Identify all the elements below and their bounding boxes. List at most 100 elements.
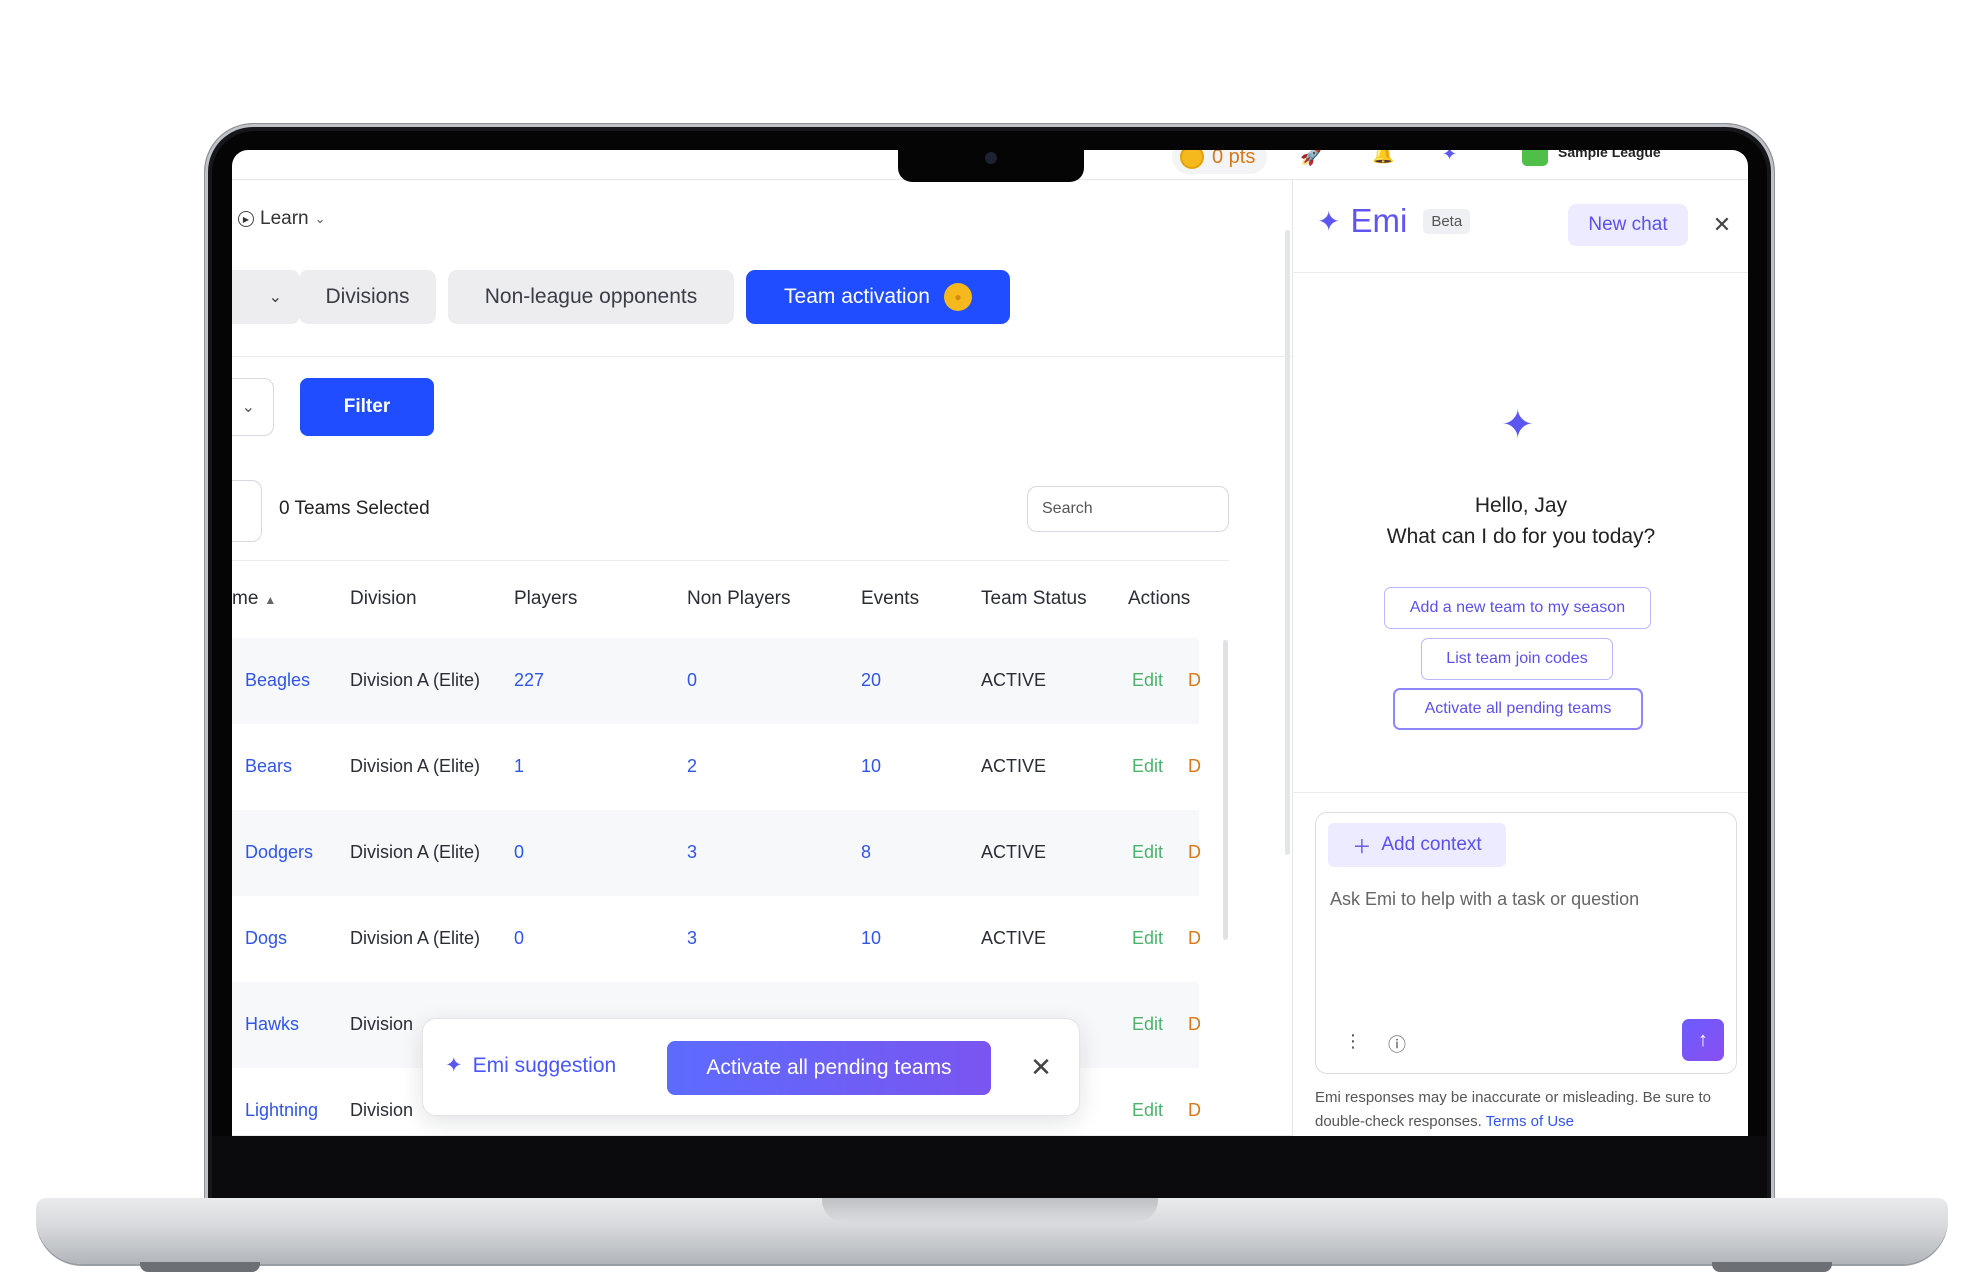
league-logo	[1522, 150, 1548, 166]
disclaimer: Emi responses may be inaccurate or misle…	[1315, 1086, 1735, 1134]
delete-link[interactable]: D	[1188, 670, 1201, 691]
events-count[interactable]: 10	[861, 928, 881, 949]
non-players-count[interactable]: 3	[687, 842, 697, 863]
players-count[interactable]: 0	[514, 842, 524, 863]
beta-badge: Beta	[1423, 208, 1471, 234]
screen: 0 pts 🚀 🔔 ✦ Sample League ▶ Learn ⌄ ⌄ Di…	[232, 150, 1748, 1136]
team-name-link[interactable]: Lightning	[245, 1100, 318, 1121]
add-context-label: Add context	[1381, 834, 1482, 855]
terms-of-use-link[interactable]: Terms of Use	[1486, 1113, 1574, 1130]
points-badge[interactable]: 0 pts	[1172, 150, 1268, 174]
delete-link[interactable]: D	[1188, 928, 1201, 949]
composer-divider	[1293, 792, 1748, 793]
non-players-count[interactable]: 0	[687, 670, 697, 691]
table-row: Dogs Division A (Elite) 0 3 10 ACTIVE Ed…	[232, 896, 1201, 982]
close-icon[interactable]: ✕	[1705, 208, 1739, 242]
laptop-base-notch	[822, 1198, 1158, 1222]
camera-icon	[985, 152, 997, 164]
suggestion-chip-add-team[interactable]: Add a new team to my season	[1384, 587, 1651, 629]
events-count[interactable]: 20	[861, 670, 881, 691]
league-name[interactable]: Sample League	[1558, 150, 1661, 160]
select-all-checkbox[interactable]	[232, 480, 262, 542]
send-button[interactable]: ↑	[1682, 1019, 1724, 1061]
non-players-count[interactable]: 3	[687, 928, 697, 949]
players-count[interactable]: 0	[514, 928, 524, 949]
edit-link[interactable]: Edit	[1132, 756, 1163, 777]
team-division: Division	[350, 1014, 414, 1034]
column-header-name-label: me	[232, 588, 259, 609]
tab-non-league-opponents[interactable]: Non-league opponents	[448, 270, 734, 324]
rocket-icon[interactable]: 🚀	[1300, 150, 1322, 167]
column-header-actions: Actions	[1128, 588, 1191, 609]
filter-button[interactable]: Filter	[300, 378, 434, 436]
add-context-button[interactable]: ＋ Add context	[1328, 823, 1506, 867]
table-scrollbar[interactable]	[1223, 640, 1228, 940]
sparkle-icon: ✦	[1501, 403, 1535, 447]
column-header-non-players: Non Players	[687, 588, 791, 609]
players-count[interactable]: 227	[514, 670, 544, 691]
team-name-link[interactable]: Dodgers	[245, 842, 313, 863]
emi-suggestion-text: Emi suggestion	[472, 1053, 617, 1077]
sparkle-icon[interactable]: ✦	[1442, 150, 1457, 165]
chevron-down-icon: ⌄	[268, 289, 282, 306]
learn-label: Learn	[260, 208, 309, 229]
coin-icon	[1180, 150, 1204, 169]
tab-divisions[interactable]: Divisions	[299, 270, 436, 324]
page-scrollbar[interactable]	[1285, 230, 1290, 855]
screen-bottom-bezel	[212, 1136, 1767, 1202]
team-division: Division	[350, 1100, 414, 1120]
players-count[interactable]: 1	[514, 756, 524, 777]
delete-link[interactable]: D	[1188, 756, 1201, 777]
search-input[interactable]	[1027, 486, 1229, 532]
team-division: Division A (Elite)	[350, 670, 481, 690]
filter-dropdown[interactable]: ⌄	[232, 378, 274, 436]
suggestion-chip-activate-teams[interactable]: Activate all pending teams	[1393, 688, 1643, 730]
edit-link[interactable]: Edit	[1132, 1100, 1163, 1121]
learn-menu[interactable]: ▶ Learn ⌄	[238, 208, 326, 230]
edit-link[interactable]: Edit	[1132, 1014, 1163, 1035]
delete-link[interactable]: D	[1188, 1014, 1201, 1035]
team-status: ACTIVE	[981, 756, 1047, 776]
chevron-down-icon: ⌄	[241, 399, 255, 416]
activate-pending-teams-button[interactable]: Activate all pending teams	[667, 1041, 991, 1095]
team-name-link[interactable]: Bears	[245, 756, 292, 777]
delete-link[interactable]: D	[1188, 1100, 1201, 1121]
edit-link[interactable]: Edit	[1132, 842, 1163, 863]
points-text: 0 pts	[1212, 150, 1256, 168]
plus-icon: ＋	[1352, 836, 1372, 858]
emi-header-divider	[1293, 272, 1748, 273]
emi-header: ✦ Emi Beta	[1317, 202, 1471, 240]
table-row: Beagles Division A (Elite) 227 0 20 ACTI…	[232, 638, 1201, 724]
delete-link[interactable]: D	[1188, 842, 1201, 863]
sparkle-icon: ✦	[445, 1054, 463, 1077]
column-header-events: Events	[861, 588, 920, 609]
chat-input[interactable]: Ask Emi to help with a task or question	[1330, 889, 1639, 910]
team-name-link[interactable]: Hawks	[245, 1014, 299, 1035]
team-division: Division A (Elite)	[350, 756, 481, 776]
suggestion-chip-join-codes[interactable]: List team join codes	[1421, 638, 1613, 680]
arrow-up-icon: ↑	[1698, 1028, 1708, 1051]
close-icon[interactable]: ✕	[1021, 1047, 1061, 1087]
selected-count: 0 Teams Selected	[279, 498, 430, 519]
table-row: Bears Division A (Elite) 1 2 10 ACTIVE E…	[232, 724, 1201, 810]
column-header-name[interactable]: me ▲	[232, 588, 276, 610]
events-count[interactable]: 10	[861, 756, 881, 777]
tab-truncated[interactable]: ⌄	[232, 270, 300, 324]
edit-link[interactable]: Edit	[1132, 928, 1163, 949]
team-name-link[interactable]: Dogs	[245, 928, 287, 949]
edit-link[interactable]: Edit	[1132, 670, 1163, 691]
non-players-count[interactable]: 2	[687, 756, 697, 777]
greeting-question: What can I do for you today?	[1386, 525, 1656, 548]
new-chat-button[interactable]: New chat	[1568, 204, 1688, 246]
sparkle-icon: ✦	[1317, 205, 1341, 237]
team-name-link[interactable]: Beagles	[245, 670, 310, 691]
tab-team-activation[interactable]: Team activation ●	[746, 270, 1010, 324]
team-division: Division A (Elite)	[350, 928, 481, 948]
more-options-icon[interactable]: ⋮	[1344, 1031, 1362, 1052]
help-icon[interactable]: ⓘ	[1388, 1031, 1406, 1057]
column-header-team-status: Team Status	[981, 588, 1087, 609]
bell-icon[interactable]: 🔔	[1372, 150, 1394, 165]
tab-team-activation-label: Team activation	[784, 285, 930, 308]
events-count[interactable]: 8	[861, 842, 871, 863]
composer-box: ＋ Add context Ask Emi to help with a tas…	[1315, 812, 1737, 1074]
